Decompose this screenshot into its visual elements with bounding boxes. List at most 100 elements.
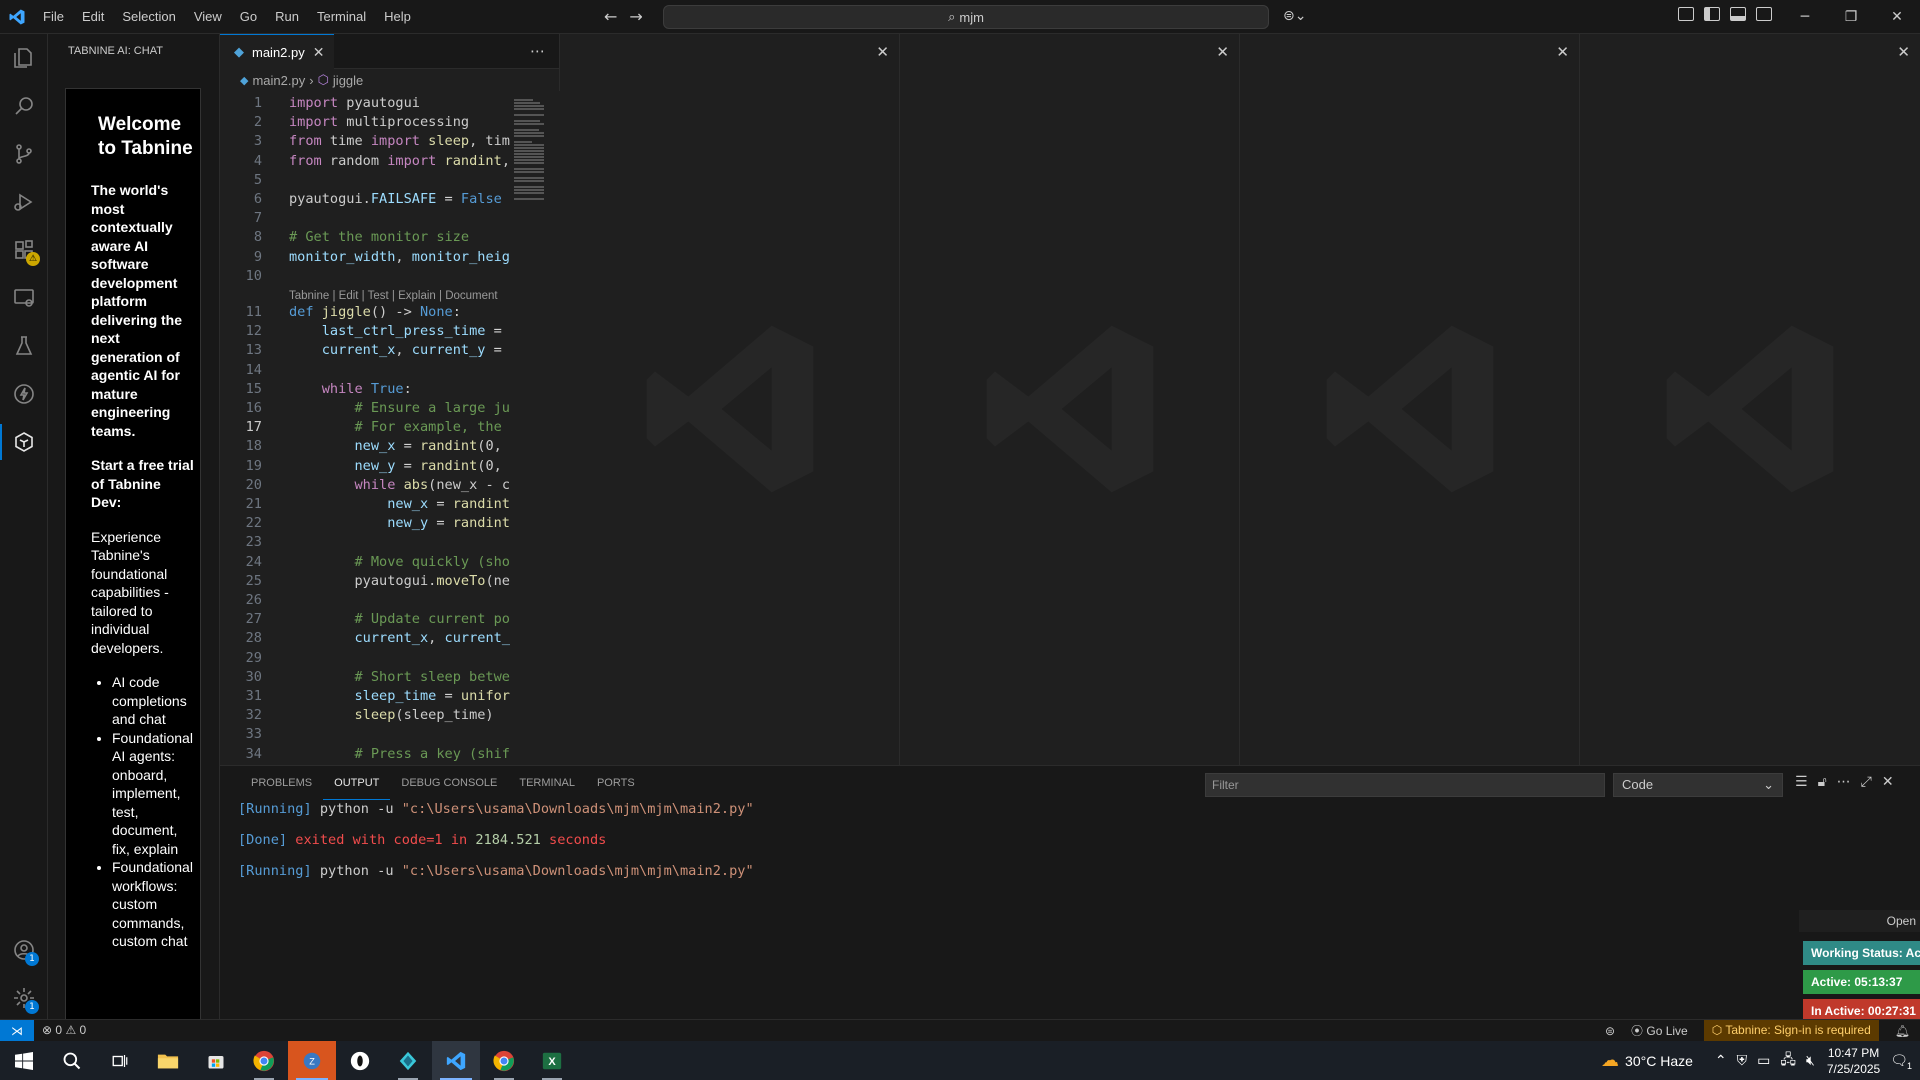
close-group-icon[interactable]: ✕ bbox=[876, 43, 889, 61]
clear-output-icon[interactable]: ☰ bbox=[1795, 774, 1808, 790]
code-line: while True: bbox=[321, 380, 412, 397]
output-channel-value: Code bbox=[1622, 777, 1654, 792]
code-line: pyautogui.FAILSAFE = False bbox=[289, 191, 502, 207]
extensions-icon[interactable]: ⚠ bbox=[0, 226, 48, 274]
lock-scroll-icon[interactable]: 🔓︎ bbox=[1818, 774, 1827, 790]
code-editor[interactable]: 1 import pyautogui 2 import multiprocessing… bbox=[220, 91, 560, 765]
volume-muted-icon[interactable]: 🔇︎ bbox=[1806, 1052, 1815, 1069]
file-explorer-icon[interactable] bbox=[144, 1041, 192, 1080]
tabnine-icon[interactable] bbox=[0, 418, 48, 466]
menu-run[interactable]: Run bbox=[266, 9, 308, 24]
source-control-icon[interactable] bbox=[0, 130, 48, 178]
menu-terminal[interactable]: Terminal bbox=[308, 9, 375, 24]
minimap-line bbox=[514, 114, 544, 116]
more-actions-icon[interactable]: ⋯ bbox=[1837, 774, 1851, 790]
output-channel-select[interactable]: Code ⌄ bbox=[1613, 773, 1783, 797]
windows-start-icon[interactable] bbox=[0, 1041, 48, 1080]
clock-date: 7/25/2025 bbox=[1826, 1061, 1881, 1076]
minimap-line bbox=[514, 129, 540, 131]
line-number: 27 bbox=[245, 611, 262, 628]
code-line: # Press a key (shift bbox=[354, 745, 519, 762]
breadcrumb-file[interactable]: main2.py bbox=[252, 73, 305, 88]
excel-icon[interactable]: X bbox=[528, 1041, 576, 1080]
tabnine-icon: ⬡ bbox=[1711, 1023, 1723, 1037]
menu-help[interactable]: Help bbox=[375, 9, 420, 24]
security-icon[interactable]: ⛨ bbox=[1737, 1052, 1748, 1069]
sidebar-title: TABNINE AI: CHAT bbox=[68, 45, 163, 57]
code-line: new_x = randint(0, mo bbox=[354, 438, 527, 455]
tab-ports[interactable]: PORTS bbox=[586, 766, 646, 800]
remote-explorer-icon[interactable] bbox=[0, 274, 48, 322]
menu-file[interactable]: File bbox=[34, 9, 73, 24]
copilot-status-icon[interactable]: ⊜ bbox=[1605, 1024, 1615, 1038]
tab-debug-console[interactable]: DEBUG CONSOLE bbox=[390, 766, 508, 800]
customize-layout-icon[interactable] bbox=[1678, 7, 1694, 21]
python-file-icon: ◆ bbox=[234, 44, 244, 59]
app-diamond-icon[interactable] bbox=[384, 1041, 432, 1080]
tab-output[interactable]: OUTPUT bbox=[323, 766, 391, 800]
clock[interactable]: 10:47 PM 7/25/2025 bbox=[1827, 1045, 1880, 1077]
tabnine-codelens[interactable]: Tabnine | Edit | Test | Explain | Docume… bbox=[289, 290, 498, 302]
back-arrow-icon[interactable]: ← bbox=[604, 7, 617, 26]
copilot-icon[interactable]: ⊜⌄ bbox=[1283, 8, 1306, 24]
code-line: current_x, current_y bbox=[354, 630, 519, 647]
menu-go[interactable]: Go bbox=[231, 9, 266, 24]
taskbar-search-icon[interactable] bbox=[48, 1041, 96, 1080]
menu-selection[interactable]: Selection bbox=[113, 9, 184, 24]
system-tray: ☁ 30°C Haze ⌃ ⛨ ▭ 🖧︎ 🔇︎ 10:47 PM 7/25/20… bbox=[1601, 1041, 1920, 1080]
tray-chevron-up-icon[interactable]: ⌃ bbox=[1715, 1052, 1727, 1069]
status-app-icon[interactable] bbox=[336, 1041, 384, 1080]
close-group-icon[interactable]: ✕ bbox=[1556, 43, 1569, 61]
zoho-cliq-icon[interactable]: Z bbox=[288, 1041, 336, 1080]
close-group-icon[interactable]: ✕ bbox=[1897, 43, 1910, 61]
tab-problems[interactable]: PROBLEMS bbox=[240, 766, 323, 800]
tab-terminal[interactable]: TERMINAL bbox=[508, 766, 586, 800]
breadcrumb-symbol[interactable]: jiggle bbox=[333, 73, 363, 88]
close-group-icon[interactable]: ✕ bbox=[1216, 43, 1229, 61]
restore-icon[interactable]: ❐ bbox=[1828, 0, 1874, 34]
lightning-icon[interactable] bbox=[0, 370, 48, 418]
network-icon[interactable]: 🖧︎ bbox=[1780, 1049, 1796, 1073]
close-tab-icon[interactable]: ✕ bbox=[313, 44, 325, 61]
go-live-button[interactable]: ⦿ Go Live bbox=[1631, 1022, 1688, 1039]
toggle-secondary-sidebar-icon[interactable] bbox=[1756, 7, 1772, 21]
more-actions-icon[interactable]: ⋯ bbox=[530, 34, 559, 68]
tab-main2-py[interactable]: ◆ main2.py ✕ bbox=[220, 34, 335, 69]
vscode-taskbar-icon[interactable] bbox=[432, 1041, 480, 1080]
output-filter-input[interactable]: Filter bbox=[1205, 773, 1605, 797]
chrome-profile-icon[interactable] bbox=[480, 1041, 528, 1080]
minimap-line bbox=[514, 99, 534, 101]
open-button[interactable]: Open bbox=[1799, 910, 1920, 932]
problems-status[interactable]: ⊗ 0 ⚠ 0 bbox=[42, 1023, 86, 1037]
forward-arrow-icon[interactable]: → bbox=[629, 7, 642, 26]
store-icon[interactable] bbox=[192, 1041, 240, 1080]
account-icon[interactable]: 1 bbox=[0, 926, 48, 974]
battery-icon[interactable]: ▭ bbox=[1757, 1052, 1770, 1069]
remote-indicator-icon[interactable]: ⋊ bbox=[0, 1020, 34, 1041]
close-window-icon[interactable]: ✕ bbox=[1874, 0, 1920, 34]
minimize-icon[interactable]: ─ bbox=[1782, 0, 1828, 34]
search-view-icon[interactable] bbox=[0, 82, 48, 130]
command-center-search[interactable]: ⌕ mjm bbox=[663, 5, 1269, 29]
explorer-icon[interactable] bbox=[0, 34, 48, 82]
menu-view[interactable]: View bbox=[185, 9, 231, 24]
notifications-bell-icon[interactable]: 🔔︎ bbox=[1895, 1024, 1920, 1038]
toggle-primary-sidebar-icon[interactable] bbox=[1704, 7, 1720, 21]
run-debug-icon[interactable] bbox=[0, 178, 48, 226]
minimap-line bbox=[514, 171, 544, 173]
manage-gear-icon[interactable]: 1 bbox=[0, 974, 48, 1022]
line-number: 16 bbox=[245, 400, 262, 416]
menu-edit[interactable]: Edit bbox=[73, 9, 113, 24]
chrome-icon[interactable] bbox=[240, 1041, 288, 1080]
close-panel-icon[interactable]: ✕ bbox=[1882, 774, 1894, 790]
toggle-panel-icon[interactable] bbox=[1730, 7, 1746, 21]
weather-text[interactable]: 30°C Haze bbox=[1625, 1053, 1693, 1069]
notification-center-icon[interactable]: 🗨︎ 1 bbox=[1890, 1052, 1912, 1071]
minimap[interactable] bbox=[510, 91, 560, 765]
testing-icon[interactable] bbox=[0, 322, 48, 370]
weather-icon: ☁ bbox=[1601, 1050, 1620, 1070]
tabnine-status[interactable]: ⬡ Tabnine: Sign-in is required bbox=[1703, 1020, 1879, 1041]
maximize-panel-icon[interactable]: ⤢ bbox=[1861, 774, 1872, 790]
task-view-icon[interactable] bbox=[96, 1041, 144, 1080]
editor-group-empty: ✕ bbox=[560, 34, 900, 765]
